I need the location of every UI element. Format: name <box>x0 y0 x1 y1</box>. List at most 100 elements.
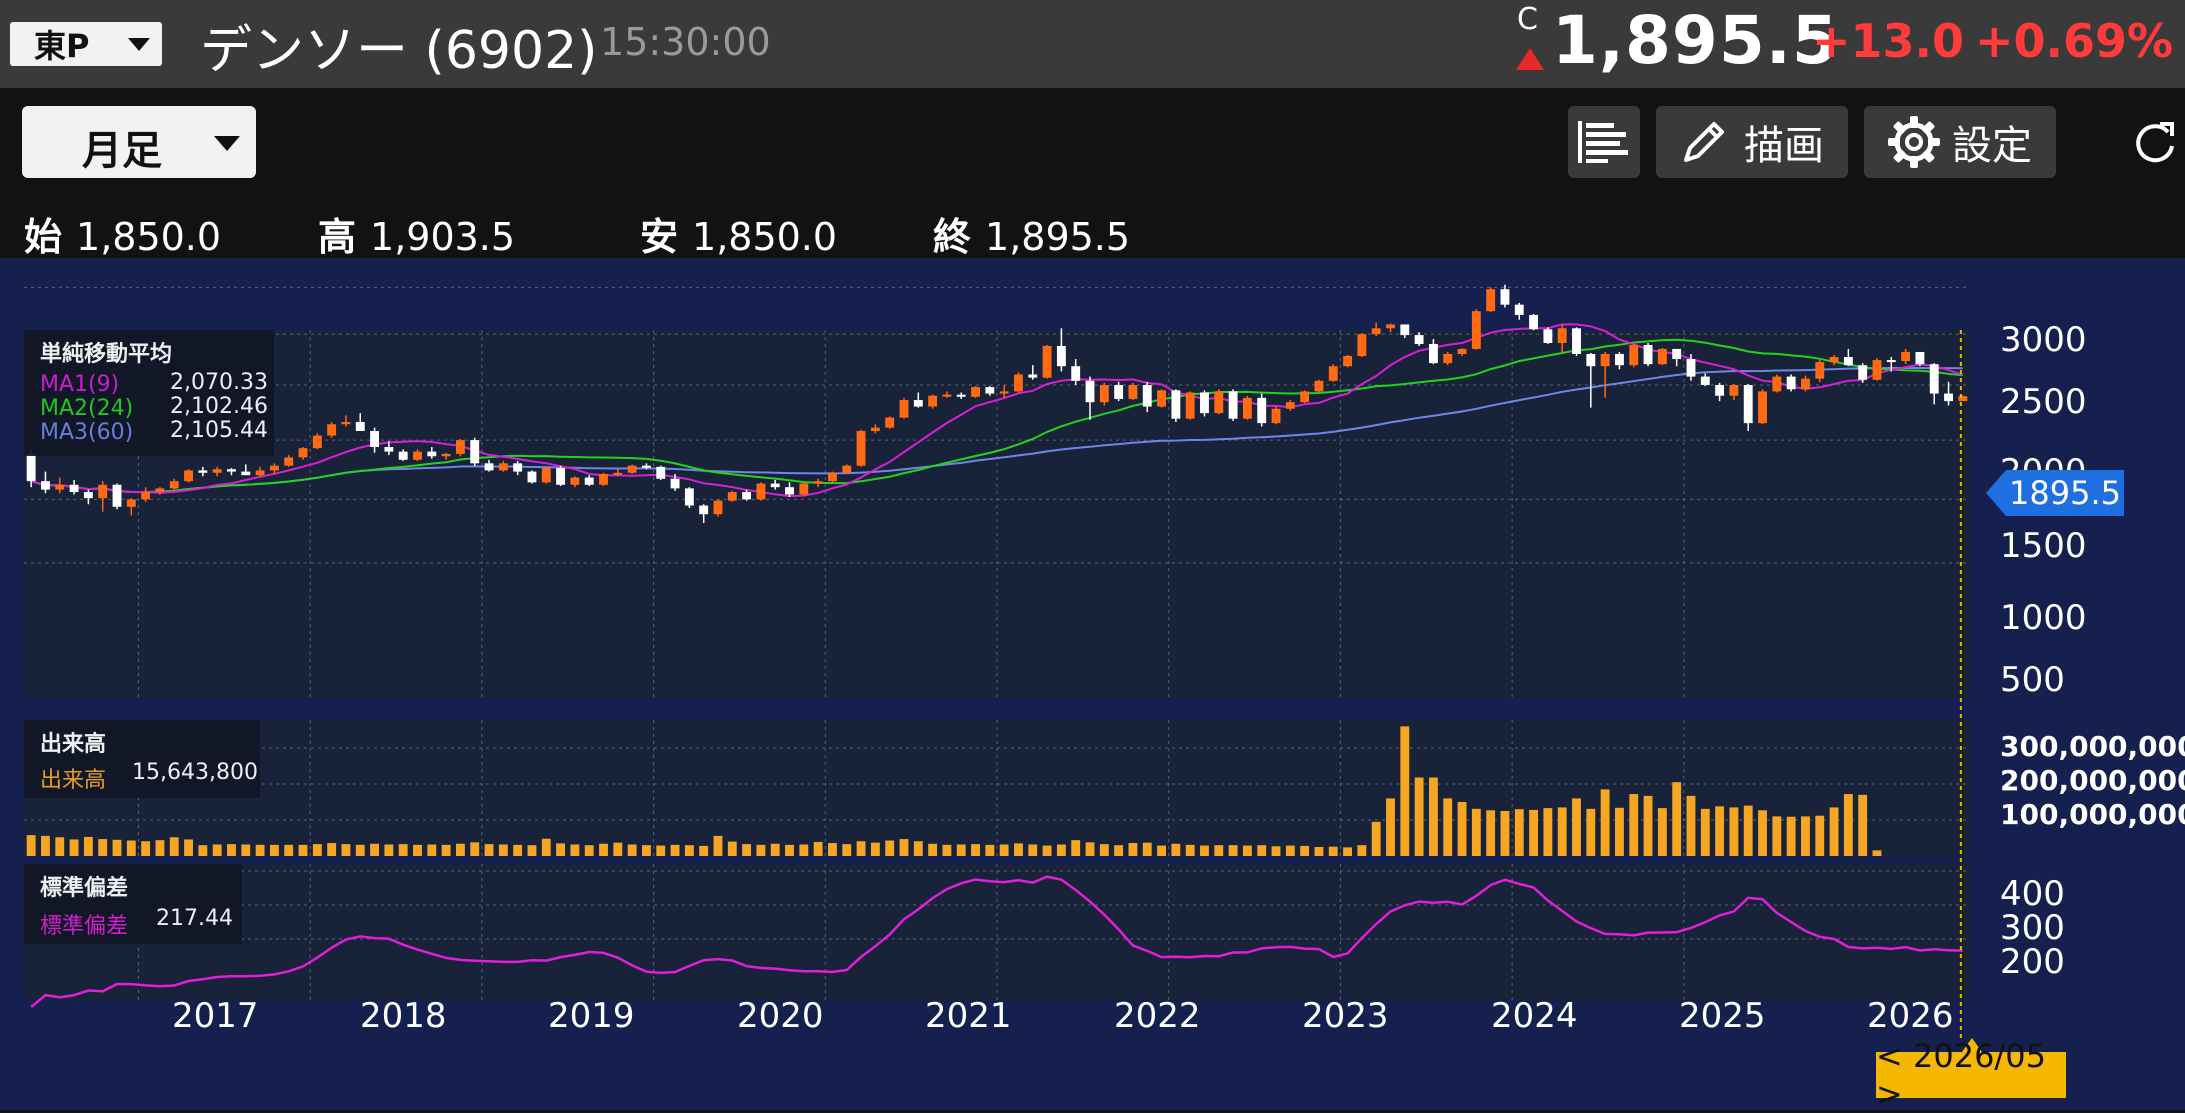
candle-body <box>1657 348 1667 365</box>
volume-bar <box>1829 807 1839 856</box>
high-value: 1,903.5 <box>370 215 516 259</box>
candle-body <box>828 472 837 482</box>
volume-bar <box>241 844 251 856</box>
volume-bar <box>684 845 694 856</box>
std-tick-label: 200 <box>2000 942 2065 982</box>
volume-bar <box>1128 843 1138 856</box>
volume-bar <box>913 841 923 856</box>
candle-body <box>1214 391 1224 414</box>
volume-bar <box>1171 843 1181 856</box>
candle-body <box>1443 353 1453 364</box>
stock-chart[interactable] <box>0 258 2185 1110</box>
candle-body <box>1572 328 1581 354</box>
candle-body <box>1686 359 1696 377</box>
volume-bar <box>613 842 623 856</box>
candle-body <box>198 470 208 473</box>
candle-body <box>312 435 322 449</box>
price-change: +13.0 <box>1812 14 1965 68</box>
period-select[interactable]: 月足 <box>22 106 256 178</box>
candle-body <box>1471 311 1481 349</box>
volume-tick-label: 300,000,000 <box>2000 730 2185 763</box>
volume-bar <box>670 844 680 856</box>
candle-body <box>1371 328 1381 335</box>
candle-body <box>241 471 251 476</box>
candle-body <box>770 483 780 488</box>
std-label: 標準偏差 <box>40 914 129 939</box>
ma1-label: MA1(9) <box>40 372 120 397</box>
candle-body <box>41 481 50 490</box>
candle-body <box>1801 378 1810 390</box>
volume-bar <box>1743 805 1753 856</box>
volume-bar <box>1271 846 1281 856</box>
volume-bar <box>1200 845 1209 856</box>
candle-body <box>83 492 93 499</box>
volume-bar <box>212 844 222 856</box>
candle-body <box>1901 351 1911 362</box>
order-book-button[interactable] <box>1568 106 1640 178</box>
volume-bar <box>1643 795 1653 856</box>
candle-body <box>284 457 294 466</box>
candle-body <box>1700 376 1710 386</box>
volume-bar <box>1801 816 1810 856</box>
market-select[interactable]: 東P <box>10 22 162 66</box>
candle-body <box>1500 289 1510 305</box>
candle-body <box>98 484 108 499</box>
volume-bar <box>942 844 952 856</box>
y-tick-label: 1500 <box>2000 526 2087 566</box>
ma-legend-title: 単純移動平均 <box>40 342 173 367</box>
candle-body <box>155 488 165 493</box>
volume-bar <box>1300 845 1310 856</box>
volume-bar <box>83 836 93 856</box>
candle-body <box>1042 345 1052 378</box>
settings-button[interactable]: 設定 <box>1864 106 2056 178</box>
volume-bar <box>341 844 351 856</box>
volume-bar <box>1343 847 1353 856</box>
candle-body <box>856 431 866 466</box>
volume-bar <box>1672 782 1682 856</box>
cursor-date-tag[interactable]: < 2026/05 > <box>1876 1037 2066 1113</box>
volume-bar <box>1700 808 1710 856</box>
volume-bar <box>1600 789 1610 856</box>
candle-body <box>498 463 508 471</box>
candle-body <box>1200 392 1209 414</box>
volume-legend: 出来高 出来高 15,643,800 <box>24 720 260 798</box>
current-price-tag: 1895.5 <box>2006 470 2124 516</box>
candle-body <box>327 424 337 436</box>
volume-bar <box>656 845 666 856</box>
candle-body <box>398 451 408 460</box>
candle-body <box>1357 334 1367 357</box>
candle-body <box>1600 353 1610 367</box>
candle-body <box>1400 324 1410 336</box>
refresh-button[interactable] <box>2128 118 2180 170</box>
candle-body <box>956 394 966 397</box>
chart-area[interactable]: 単純移動平均 MA1(9) 2,070.33 MA2(24) 2,102.46 … <box>0 258 2185 1113</box>
candle-body <box>713 500 723 515</box>
draw-button[interactable]: 描画 <box>1656 106 1848 178</box>
candle-body <box>1872 360 1882 380</box>
candle-body <box>455 440 465 454</box>
candle-body <box>1457 348 1467 354</box>
candle-body <box>1386 324 1395 329</box>
x-tick-label: 2025 <box>1679 996 1766 1036</box>
volume-value: 15,643,800 <box>132 760 258 785</box>
volume-bar <box>1586 808 1596 856</box>
ohlc-high: 高 1,903.5 <box>318 206 515 261</box>
candle-body <box>1758 391 1767 424</box>
current-price: 1,895.5 <box>1552 2 1839 79</box>
volume-bar <box>1142 842 1152 856</box>
candle-body <box>1514 304 1524 315</box>
candle-body <box>427 451 437 457</box>
volume-bar <box>98 839 108 856</box>
draw-label: 描画 <box>1744 123 1824 169</box>
candle-body <box>384 446 394 452</box>
volume-bar <box>985 844 995 856</box>
price-change-percent: +0.69% <box>1975 14 2174 68</box>
volume-bar <box>899 839 909 856</box>
volume-bar <box>1872 850 1882 856</box>
stock-title: デンソー (6902) <box>200 21 598 81</box>
volume-bar <box>112 839 122 856</box>
volume-bar <box>1257 845 1267 856</box>
x-tick-label: 2021 <box>925 996 1012 1036</box>
volume-bar <box>584 845 594 856</box>
volume-bar <box>1858 794 1868 856</box>
